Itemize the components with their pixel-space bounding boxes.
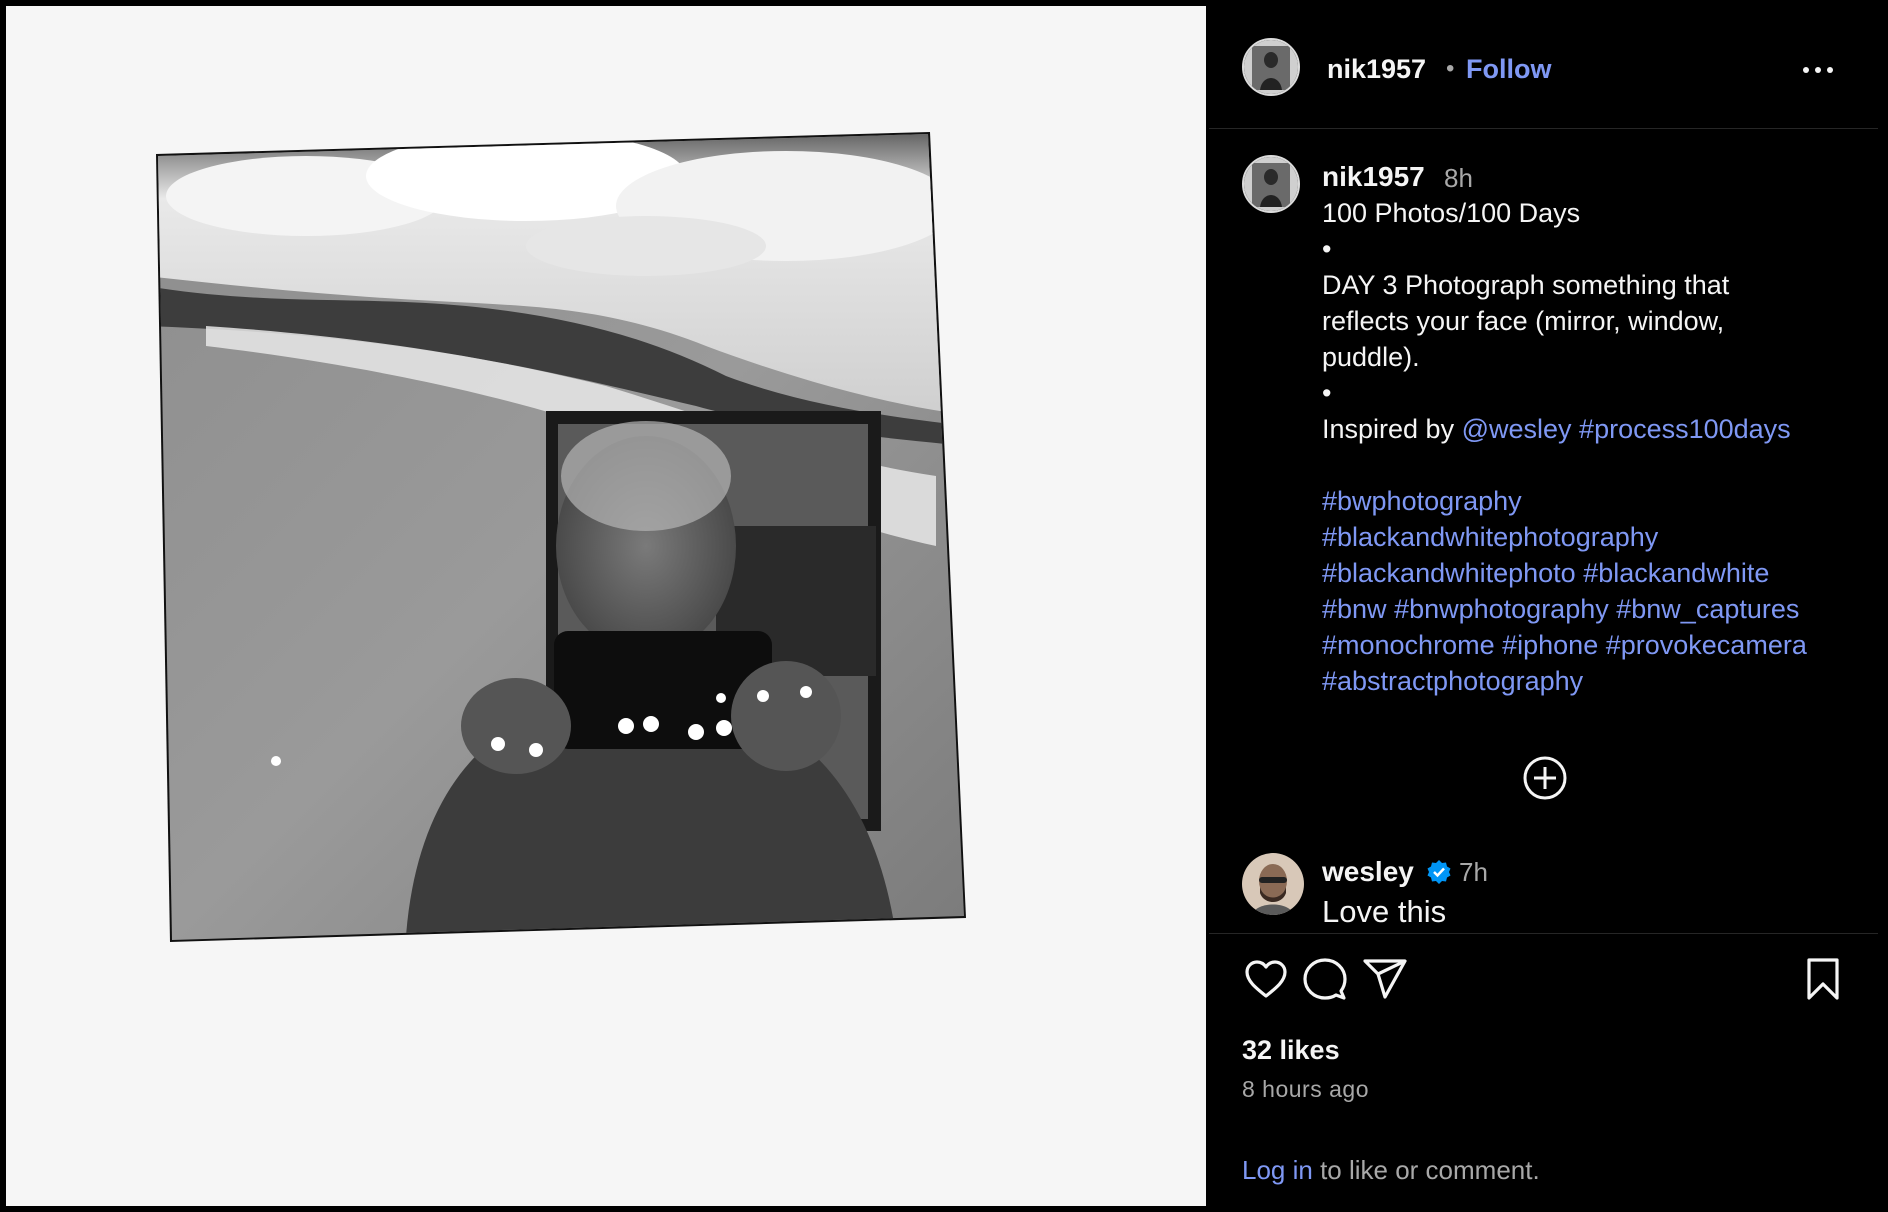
hashtag-line: #blackandwhitephoto #blackandwhite [1322,555,1862,591]
load-more-comments-icon[interactable] [1521,754,1569,802]
likes-count[interactable]: 32 likes [1242,1035,1340,1066]
hashtag-line: #abstractphotography [1322,663,1862,699]
commenter-username[interactable]: wesley [1322,856,1414,888]
caption-username[interactable]: nik1957 [1322,161,1425,193]
hashtag-link[interactable]: #iphone [1502,630,1598,660]
photo-image [156,132,966,942]
caption-line: DAY 3 Photograph something that [1322,270,1730,300]
hashtag-link[interactable]: #blackandwhitephotography [1322,522,1658,552]
hashtag-link[interactable]: #abstractphotography [1322,666,1583,696]
caption-time[interactable]: 8h [1444,163,1473,194]
post-timestamp[interactable]: 8 hours ago [1242,1076,1369,1103]
separator-dot: • [1446,55,1455,82]
hashtag-line: #bwphotography [1322,483,1862,519]
comment-text: Love this [1322,894,1447,929]
hashtag-link[interactable]: #process100days [1579,414,1791,444]
hashtag-link[interactable]: #bnwphotography [1394,594,1609,624]
caption-avatar[interactable] [1242,155,1300,213]
hashtag-link[interactable]: #provokecamera [1606,630,1807,660]
share-icon[interactable] [1361,955,1409,1003]
inspired-prefix: Inspired by [1322,414,1462,444]
hashtag-link[interactable]: #bnw [1322,594,1387,624]
post-side-panel: nik1957 • Follow nik1957 8h 100 Photos/1… [1209,6,1878,1207]
follow-button[interactable]: Follow [1466,54,1551,85]
caption-line: puddle). [1322,342,1420,372]
heart-icon[interactable] [1242,955,1290,1003]
hashtag-link[interactable]: #bnw_captures [1616,594,1799,624]
comment-icon[interactable] [1301,955,1349,1003]
verified-badge-icon [1427,860,1451,884]
hashtag-link[interactable]: #monochrome [1322,630,1495,660]
author-avatar[interactable] [1242,38,1300,96]
mention-link[interactable]: @wesley [1462,414,1572,444]
bookmark-icon[interactable] [1799,955,1847,1003]
hashtag-line: #monochrome #iphone #provokecamera [1322,627,1862,663]
caption-section: nik1957 8h 100 Photos/100 Days • DAY 3 P… [1209,129,1878,929]
caption-text: 100 Photos/100 Days • DAY 3 Photograph s… [1322,195,1862,699]
caption-line: • [1322,378,1332,408]
hashtag-link[interactable]: #blackandwhitephoto [1322,558,1576,588]
login-link[interactable]: Log in [1242,1155,1313,1185]
caption-line: reflects your face (mirror, window, [1322,306,1725,336]
login-suffix: to like or comment. [1312,1155,1540,1185]
login-prompt: Log in to like or comment. [1242,1155,1540,1186]
author-username[interactable]: nik1957 [1327,54,1426,85]
caption-line: 100 Photos/100 Days [1322,198,1581,228]
post-header: nik1957 • Follow [1209,6,1878,129]
comment-time[interactable]: 7h [1459,857,1488,888]
hashtag-link[interactable]: #blackandwhite [1583,558,1769,588]
post-dialog: nik1957 • Follow nik1957 8h 100 Photos/1… [6,6,1878,1207]
hashtag-line: #bnw #bnwphotography #bnw_captures [1322,591,1862,627]
post-photo[interactable] [6,6,1206,1206]
more-horizontal-icon[interactable] [1798,50,1838,90]
caption-inspired-line: Inspired by @wesley #process100days [1322,411,1862,447]
hashtag-link[interactable]: #bwphotography [1322,486,1522,516]
action-bar: 32 likes 8 hours ago Log in to like or c… [1209,933,1878,1207]
commenter-avatar[interactable] [1242,853,1304,915]
hashtag-line: #blackandwhitephotography [1322,519,1862,555]
caption-line: • [1322,234,1332,264]
